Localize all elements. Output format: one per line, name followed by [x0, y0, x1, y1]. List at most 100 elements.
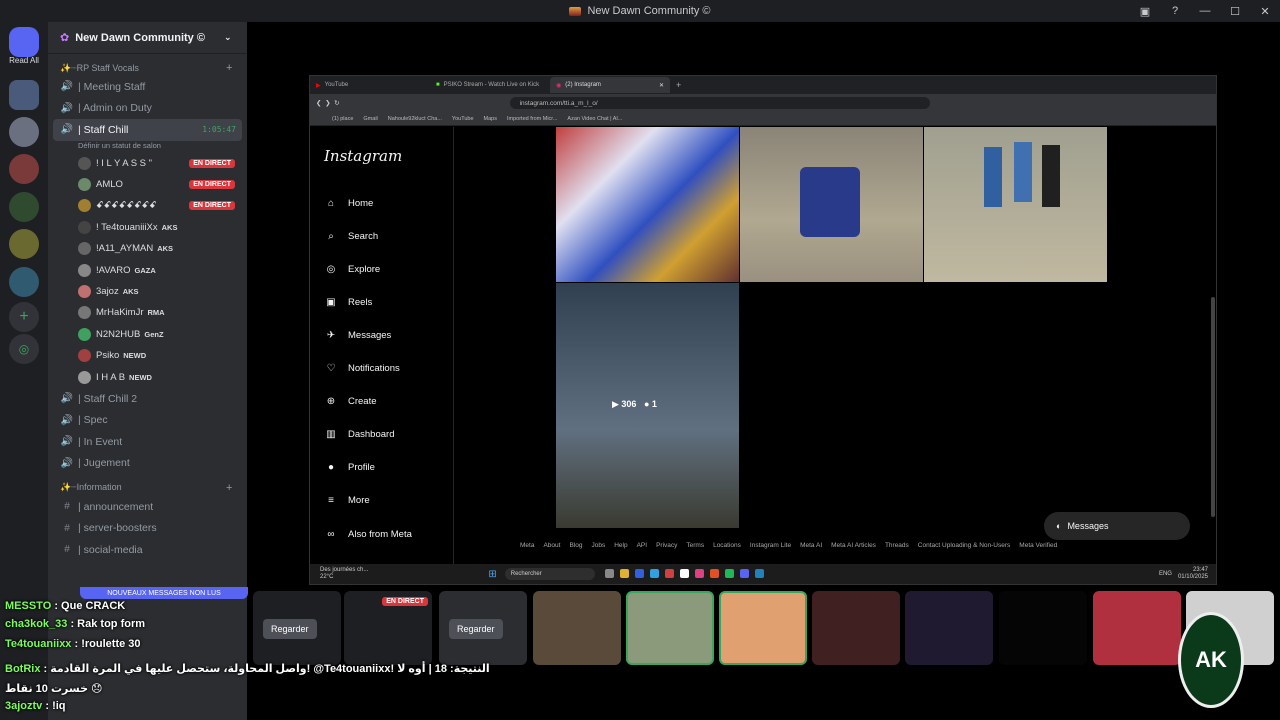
- discord-taskbar-icon[interactable]: [739, 568, 749, 578]
- inbox-icon[interactable]: ▣: [1130, 5, 1160, 18]
- taskbar-search[interactable]: Rechercher: [504, 568, 595, 580]
- bookmark[interactable]: YouTube: [452, 116, 474, 122]
- nav-item[interactable]: ▥ Dashboard: [324, 425, 394, 445]
- forward-icon[interactable]: ❯: [325, 99, 330, 107]
- footer-link[interactable]: Meta: [520, 542, 534, 549]
- nav-item[interactable]: ♡ Notifications: [324, 359, 400, 379]
- footer-link[interactable]: Terms: [686, 542, 704, 549]
- nav-item[interactable]: ● Profile: [324, 458, 375, 478]
- server-icon[interactable]: [9, 117, 39, 147]
- nav-item[interactable]: ∞ Also from Meta: [324, 524, 411, 544]
- tab-kick[interactable]: ■ PSIKO Stream - Watch Live on Kick: [430, 77, 550, 93]
- bookmark[interactable]: (1) place: [332, 116, 353, 122]
- participant-tile[interactable]: [812, 591, 900, 665]
- address-bar[interactable]: instagram.com/tti.a_m_l_o/: [509, 97, 930, 109]
- channel-staff-chill-2[interactable]: 🔊 | Staff Chill 2: [48, 388, 247, 410]
- bookmark[interactable]: Nahoule92kluct Cha...: [388, 116, 442, 122]
- category-information[interactable]: ✨┈Information +: [48, 480, 247, 496]
- voice-user[interactable]: I H A B NEWD: [48, 366, 247, 387]
- voice-user[interactable]: N2N2HUB GenZ: [48, 324, 247, 345]
- voice-user[interactable]: ! I L Y A S S " EN DIRECT: [48, 153, 247, 174]
- messages-button[interactable]: ◐ Messages: [1044, 512, 1190, 540]
- app-icon[interactable]: [604, 568, 614, 578]
- footer-link[interactable]: Help: [614, 542, 627, 549]
- voice-user[interactable]: Psiko NEWD: [48, 345, 247, 366]
- minimize-button[interactable]: —: [1190, 5, 1220, 17]
- footer-link[interactable]: Meta Verified: [1019, 542, 1057, 549]
- weather-widget[interactable]: Des journées ch... 22°C: [320, 567, 368, 581]
- footer-link[interactable]: Contact Uploading & Non-Users: [918, 542, 1011, 549]
- server-icon[interactable]: [9, 267, 39, 297]
- footer-link[interactable]: Jobs: [591, 542, 605, 549]
- tab-instagram[interactable]: ◉ (2) Instagram ✕: [550, 77, 670, 93]
- close-tab-icon[interactable]: ✕: [659, 82, 664, 89]
- channel-social-media[interactable]: # | social-media: [48, 539, 247, 561]
- channel-in-event[interactable]: 🔊 | In Event: [48, 431, 247, 453]
- channel-status[interactable]: Définir un statut de salon: [48, 141, 247, 153]
- instagram-logo[interactable]: Instagram: [324, 147, 402, 165]
- category-rp-staff[interactable]: ✨┈RP Staff Vocals +: [48, 60, 247, 76]
- spotify-icon[interactable]: [724, 568, 734, 578]
- bookmark[interactable]: Maps: [484, 116, 497, 122]
- footer-link[interactable]: Meta AI Articles: [831, 542, 876, 549]
- channel-announcement[interactable]: # | announcement: [48, 496, 247, 518]
- footer-link[interactable]: About: [543, 542, 560, 549]
- reload-icon[interactable]: ↻: [334, 99, 339, 107]
- participant-tile[interactable]: [719, 591, 807, 665]
- watch-button[interactable]: Regarder: [449, 619, 503, 639]
- stream-tile[interactable]: EN DIRECT: [344, 591, 432, 665]
- nav-item[interactable]: ◎ Explore: [324, 259, 381, 279]
- stream-tile[interactable]: Regarder: [253, 591, 341, 665]
- read-all-label[interactable]: Read All: [0, 56, 48, 65]
- channel-admin-on-duty[interactable]: 🔊 | Admin on Duty: [48, 98, 247, 120]
- stream-tile[interactable]: Regarder: [439, 591, 527, 665]
- post-thumbnail[interactable]: [740, 127, 923, 282]
- scrollbar[interactable]: [1211, 297, 1215, 517]
- maximize-button[interactable]: ☐: [1220, 5, 1250, 18]
- post-thumbnail[interactable]: [924, 127, 1107, 282]
- language-indicator[interactable]: ENG: [1159, 571, 1172, 577]
- footer-link[interactable]: Blog: [569, 542, 582, 549]
- voice-user[interactable]: ! Te4touaniiiXx AKS: [48, 217, 247, 238]
- nav-item[interactable]: ⌕ Search: [324, 226, 378, 246]
- server-folder-icon[interactable]: [9, 80, 39, 110]
- voice-user[interactable]: AMLO EN DIRECT: [48, 174, 247, 195]
- steam-icon[interactable]: [754, 568, 764, 578]
- server-icon[interactable]: [9, 229, 39, 259]
- footer-link[interactable]: Locations: [713, 542, 741, 549]
- discord-home-icon[interactable]: [9, 27, 39, 57]
- footer-link[interactable]: Privacy: [656, 542, 677, 549]
- back-icon[interactable]: ❮: [316, 99, 321, 107]
- add-channel-icon[interactable]: +: [226, 62, 232, 74]
- tab-youtube[interactable]: ▶ YouTube: [310, 77, 430, 93]
- footer-link[interactable]: Instagram Lite: [750, 542, 791, 549]
- channel-server-boosters[interactable]: # | server-boosters: [48, 517, 247, 539]
- channel-spec[interactable]: 🔊 | Spec: [48, 409, 247, 431]
- participant-tile[interactable]: [999, 591, 1087, 665]
- edge-icon[interactable]: [649, 568, 659, 578]
- taskbar-clock[interactable]: 23:47 01/10/2025: [1178, 567, 1208, 581]
- nav-item[interactable]: ▣ Reels: [324, 292, 372, 312]
- voice-user[interactable]: !A11_AYMAN AKS: [48, 238, 247, 259]
- voice-user[interactable]: 3ajoz AKS: [48, 281, 247, 302]
- bookmark[interactable]: Imported from Micr...: [507, 116, 557, 122]
- instagram-taskbar-icon[interactable]: [694, 568, 704, 578]
- bookmark[interactable]: Gmail: [363, 116, 377, 122]
- channel-staff-chill[interactable]: 🔊 | Staff Chill 1:05:47: [53, 119, 242, 141]
- watch-button[interactable]: Regarder: [263, 619, 317, 639]
- channel-meeting-staff[interactable]: 🔊 | Meeting Staff: [48, 76, 247, 98]
- new-tab-icon[interactable]: +: [676, 80, 681, 90]
- add-channel-icon[interactable]: +: [226, 482, 232, 494]
- nav-item[interactable]: ⌂ Home: [324, 193, 373, 213]
- nav-item[interactable]: ≡ More: [324, 491, 370, 511]
- folder-icon[interactable]: [619, 568, 629, 578]
- app-icon[interactable]: [664, 568, 674, 578]
- bookmark[interactable]: Azan Video Chat | Al...: [567, 116, 622, 122]
- voice-user[interactable]: !AVARO GAZA: [48, 259, 247, 280]
- server-icon[interactable]: [9, 154, 39, 184]
- close-button[interactable]: ✕: [1250, 5, 1280, 18]
- nav-item[interactable]: ✈ Messages: [324, 325, 392, 345]
- footer-link[interactable]: API: [637, 542, 647, 549]
- help-icon[interactable]: ?: [1160, 5, 1190, 17]
- footer-link[interactable]: Meta AI: [800, 542, 822, 549]
